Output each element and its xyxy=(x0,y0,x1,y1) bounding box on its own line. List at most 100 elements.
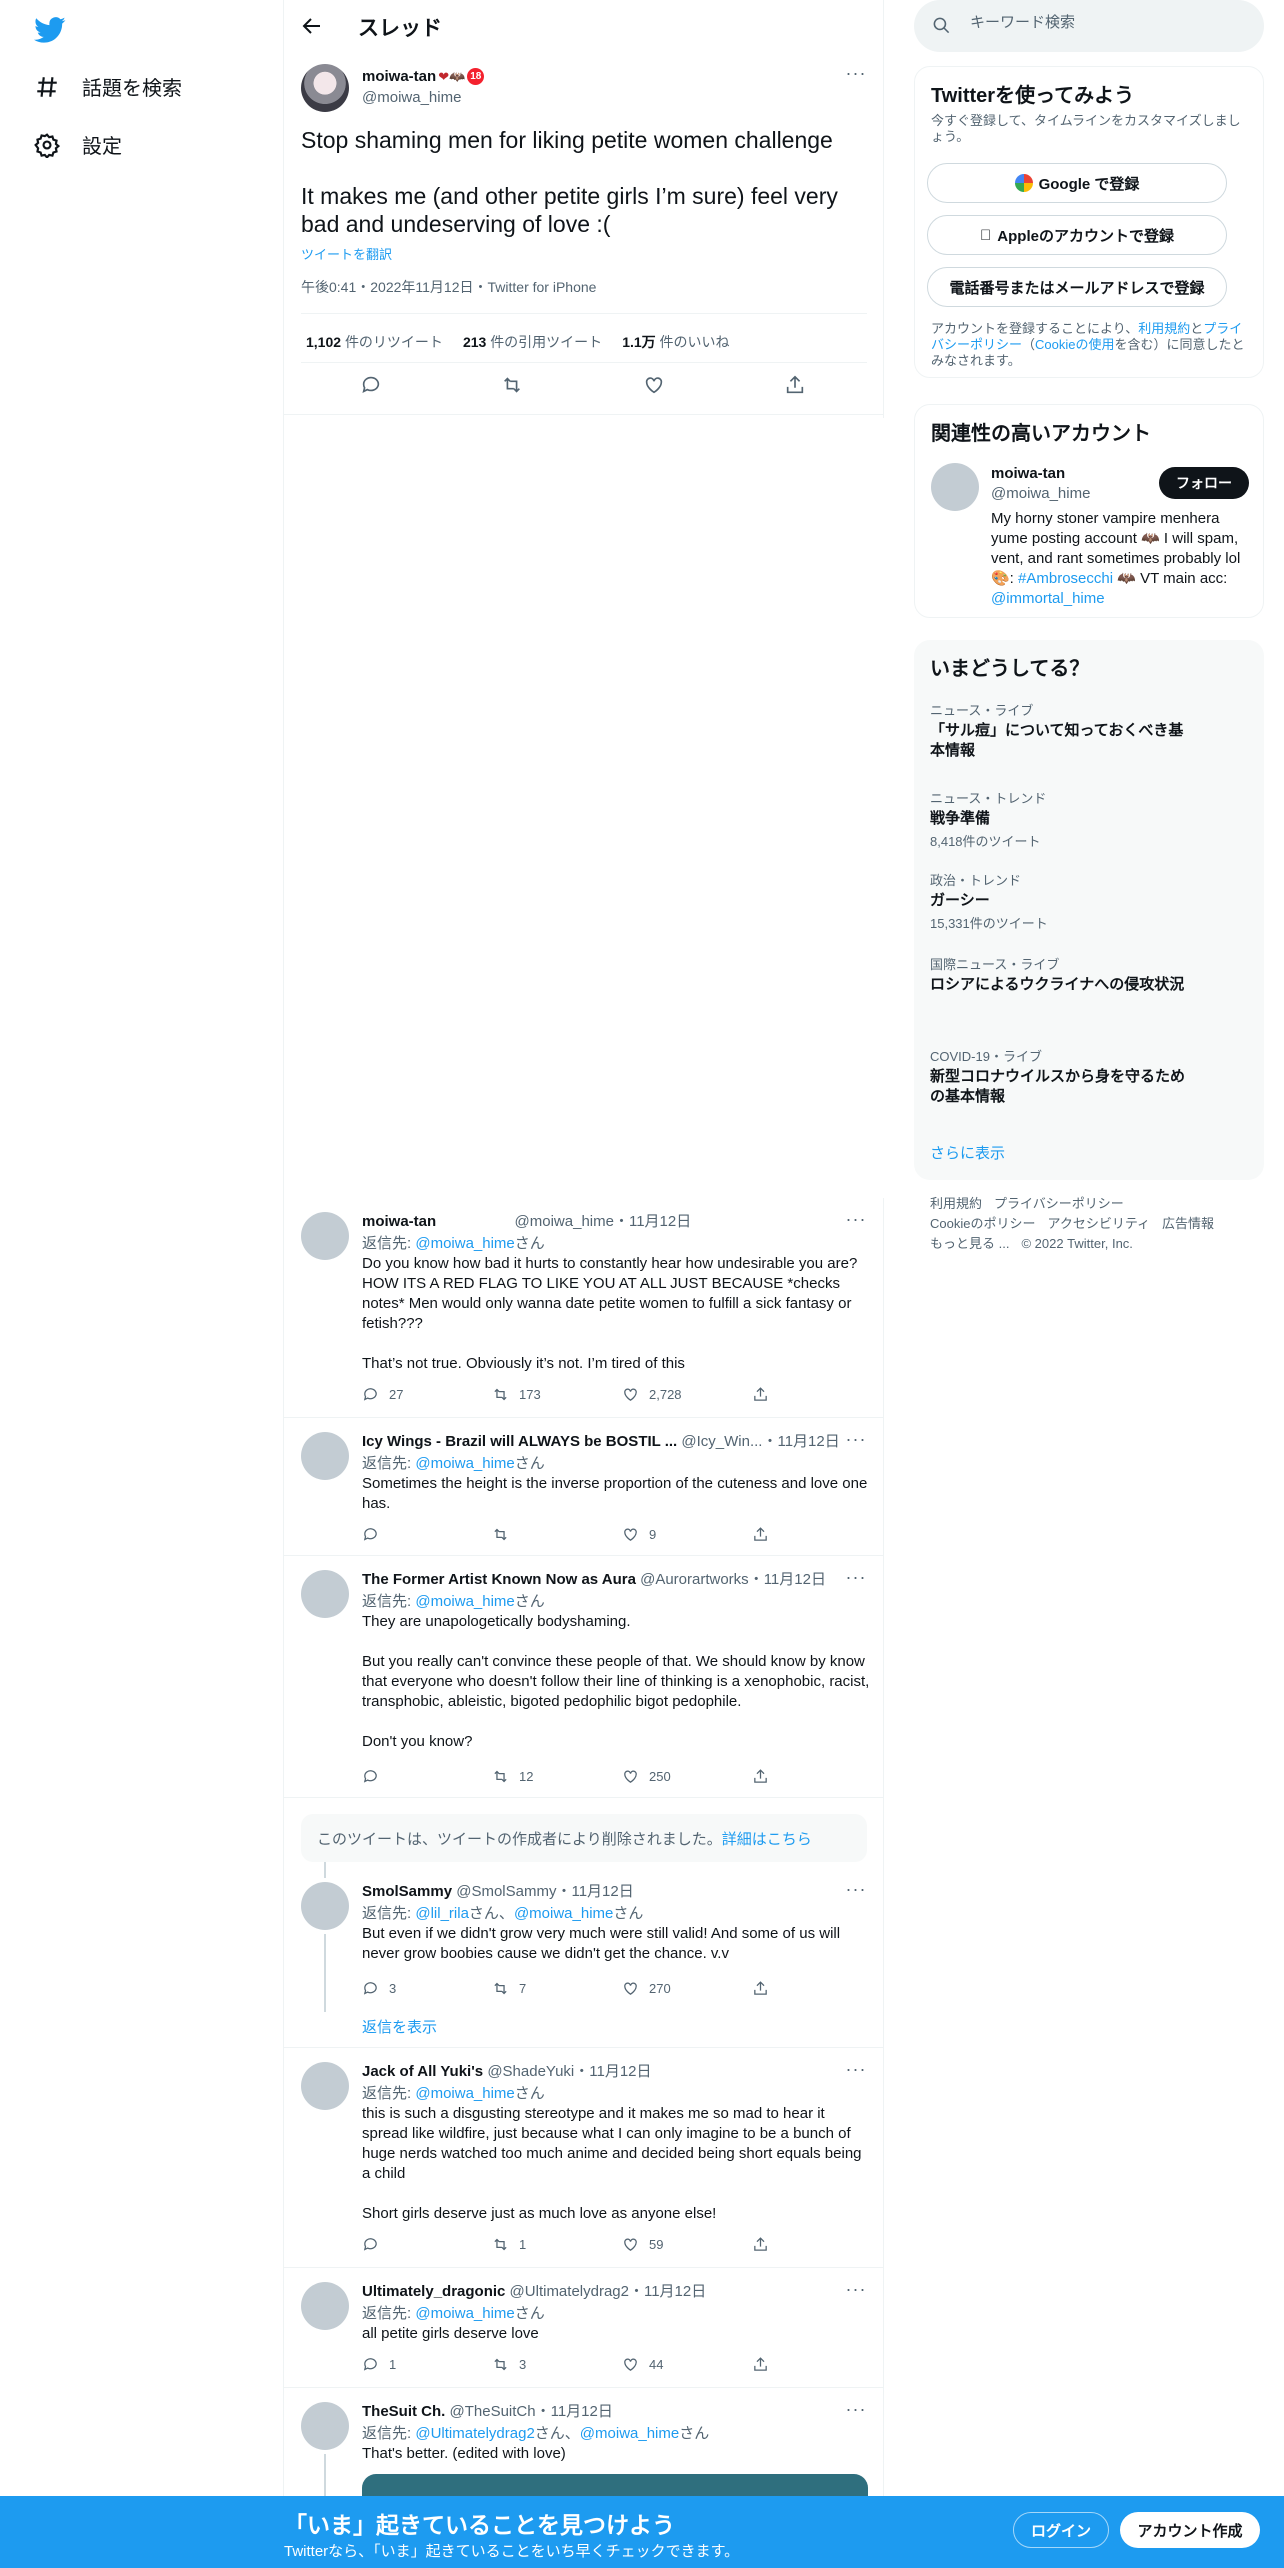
translate-link[interactable]: ツイートを翻訳 xyxy=(301,244,392,263)
reply-author-name[interactable]: SmolSammy xyxy=(362,1883,452,1900)
reply-to-link[interactable]: @moiwa_hime xyxy=(415,2305,514,2322)
terms-link[interactable]: 利用規約 xyxy=(1138,321,1190,336)
like-button[interactable]: 250 xyxy=(622,1768,752,1785)
reply-tweet[interactable]: Icy Wings - Brazil will ALWAYS be BOSTIL… xyxy=(284,1420,884,1556)
reply-author-handle[interactable]: @Ultimatelydrag2 xyxy=(510,2283,629,2300)
like-button[interactable]: 59 xyxy=(622,2236,752,2253)
avatar[interactable] xyxy=(301,1432,349,1480)
author-handle[interactable]: @moiwa_hime xyxy=(362,89,461,106)
show-replies-link[interactable]: 返信を表示 xyxy=(362,2016,437,2037)
reply-button[interactable] xyxy=(362,1768,492,1785)
reply-author-handle[interactable]: @moiwa_hime xyxy=(515,1213,614,1230)
follow-button[interactable]: フォロー xyxy=(1159,467,1249,499)
retweet-stat[interactable]: 1,102 件のリツイート xyxy=(306,332,443,352)
reply-date[interactable]: ・11月12日 xyxy=(749,1571,826,1588)
author-name[interactable]: moiwa-tan ❤🦇 18 xyxy=(362,68,485,85)
like-button[interactable]: 9 xyxy=(622,1526,752,1543)
footer-more[interactable]: もっと見る ... xyxy=(930,1236,1009,1251)
footer-terms[interactable]: 利用規約 xyxy=(930,1196,982,1211)
reply-button[interactable] xyxy=(362,1526,492,1543)
reply-to-link[interactable]: @moiwa_hime xyxy=(415,1593,514,1610)
reply-icon[interactable] xyxy=(360,374,384,398)
footer-ads[interactable]: 広告情報 xyxy=(1162,1216,1214,1231)
phone-signup-button[interactable]: 電話番号またはメールアドレスで登録 xyxy=(927,267,1227,307)
reply-author-handle[interactable]: @Aurorartworks xyxy=(640,1571,749,1588)
retweet-button[interactable]: 12 xyxy=(492,1768,622,1785)
more-options-icon[interactable]: ··· xyxy=(844,64,868,90)
like-button[interactable]: 270 xyxy=(622,1980,752,1997)
avatar[interactable] xyxy=(301,1212,349,1260)
avatar[interactable] xyxy=(301,1570,349,1618)
share-button[interactable] xyxy=(752,1526,782,1543)
trend-item[interactable]: 国際ニュース・ライブ ロシアによるウクライナへの侵攻状況 xyxy=(930,954,1190,995)
apple-signup-button[interactable]: Appleのアカウントで登録 xyxy=(927,215,1227,255)
related-handle[interactable]: @moiwa_hime xyxy=(991,485,1090,502)
reply-to-link[interactable]: @Ultimatelydrag2 xyxy=(415,2425,534,2442)
share-button[interactable] xyxy=(752,1386,782,1403)
more-options-icon[interactable]: ··· xyxy=(844,2400,868,2426)
reply-date[interactable]: ・11月12日 xyxy=(762,1433,839,1450)
like-button[interactable]: 2,728 xyxy=(622,1386,752,1403)
more-options-icon[interactable]: ··· xyxy=(844,1880,868,1906)
retweet-button[interactable]: 3 xyxy=(492,2356,622,2373)
retweet-button[interactable]: 173 xyxy=(492,1386,622,1403)
like-stat[interactable]: 1.1万 件のいいね xyxy=(622,332,729,352)
avatar[interactable] xyxy=(301,2062,349,2110)
reply-date[interactable]: ・11月12日 xyxy=(536,2403,613,2420)
nav-explore[interactable]: 話題を検索 xyxy=(34,72,182,101)
avatar[interactable] xyxy=(301,2282,349,2330)
reply-author-name[interactable]: Jack of All Yuki's xyxy=(362,2063,483,2080)
footer-accessibility[interactable]: アクセシビリティ xyxy=(1047,1216,1150,1231)
footer-privacy[interactable]: プライバシーポリシー xyxy=(994,1196,1124,1211)
signup-button[interactable]: アカウント作成 xyxy=(1120,2512,1260,2548)
avatar[interactable] xyxy=(301,64,349,112)
share-button[interactable] xyxy=(752,2356,782,2373)
share-icon[interactable] xyxy=(784,374,808,398)
trend-item[interactable]: COVID-19・ライブ 新型コロナウイルスから身を守るための基本情報 xyxy=(930,1046,1190,1107)
show-more-link[interactable]: さらに表示 xyxy=(930,1142,1005,1163)
more-options-icon[interactable]: ··· xyxy=(844,1210,868,1236)
like-button[interactable]: 44 xyxy=(622,2356,752,2373)
retweet-button[interactable] xyxy=(492,1526,622,1543)
footer-cookie[interactable]: Cookieのポリシー xyxy=(930,1216,1035,1231)
reply-to-link[interactable]: @moiwa_hime xyxy=(415,1235,514,1252)
avatar[interactable] xyxy=(301,1882,349,1930)
avatar[interactable] xyxy=(931,463,979,511)
reply-to-link[interactable]: @lil_rila xyxy=(415,1905,469,1922)
retweet-button[interactable]: 7 xyxy=(492,1980,622,1997)
reply-author-name[interactable]: Ultimately_dragonic xyxy=(362,2283,505,2300)
reply-author-handle[interactable]: @TheSuitCh xyxy=(450,2403,536,2420)
reply-button[interactable]: 1 xyxy=(362,2356,492,2373)
reply-button[interactable]: 3 xyxy=(362,1980,492,1997)
reply-author-name[interactable]: The Former Artist Known Now as Aura xyxy=(362,1571,636,1588)
search-box[interactable] xyxy=(914,0,1264,52)
retweet-button[interactable]: 1 xyxy=(492,2236,622,2253)
reply-button[interactable] xyxy=(362,2236,492,2253)
quote-stat[interactable]: 213 件の引用ツイート xyxy=(463,332,602,352)
reply-tweet[interactable]: moiwa-tan @moiwa_hime・11月12日 ··· 返信先: @m… xyxy=(284,1200,884,1418)
avatar[interactable] xyxy=(301,2402,349,2450)
reply-to-link[interactable]: @moiwa_hime xyxy=(580,2425,679,2442)
reply-author-handle[interactable]: @Icy_Win... xyxy=(681,1433,762,1450)
reply-to-link[interactable]: @moiwa_hime xyxy=(514,1905,613,1922)
reply-tweet[interactable]: Ultimately_dragonic @Ultimatelydrag2・11月… xyxy=(284,2270,884,2388)
reply-date[interactable]: ・11月12日 xyxy=(556,1883,633,1900)
more-options-icon[interactable]: ··· xyxy=(844,1430,868,1456)
reply-tweet[interactable]: TheSuit Ch. @TheSuitCh・11月12日 ··· 返信先: @… xyxy=(284,2390,884,2504)
google-signup-button[interactable]: Google で登録 xyxy=(927,163,1227,203)
share-button[interactable] xyxy=(752,2236,782,2253)
related-name[interactable]: moiwa-tan xyxy=(991,465,1065,482)
share-button[interactable] xyxy=(752,1768,782,1785)
more-options-icon[interactable]: ··· xyxy=(844,1568,868,1594)
reply-date[interactable]: ・11月12日 xyxy=(614,1213,691,1230)
reply-date[interactable]: ・11月12日 xyxy=(574,2063,651,2080)
more-options-icon[interactable]: ··· xyxy=(844,2060,868,2086)
mention-link[interactable]: @immortal_hime xyxy=(991,590,1105,607)
login-button[interactable]: ログイン xyxy=(1013,2512,1109,2548)
reply-button[interactable]: 27 xyxy=(362,1386,492,1403)
tweet-meta[interactable]: 午後0:41・2022年11月12日・Twitter for iPhone xyxy=(301,277,596,297)
more-options-icon[interactable]: ··· xyxy=(844,2280,868,2306)
reply-to-link[interactable]: @moiwa_hime xyxy=(415,2085,514,2102)
hashtag-link[interactable]: #Ambrosecchi xyxy=(1018,570,1113,587)
reply-author-name[interactable]: Icy Wings - Brazil will ALWAYS be BOSTIL… xyxy=(362,1433,677,1450)
